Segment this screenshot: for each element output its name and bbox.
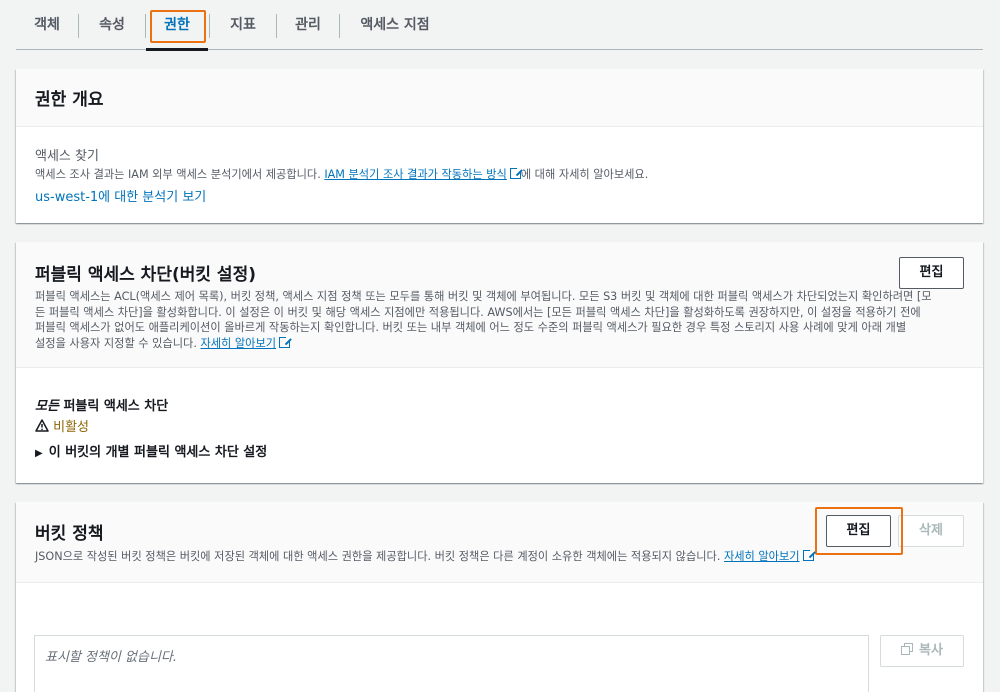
- expand-label: 이 버킷의 개별 퍼블릭 액세스 차단 설정: [48, 445, 268, 460]
- copy-label: 복사: [919, 643, 943, 658]
- description-text: 액세스 조사 결과는 IAM 외부 액세스 분석기에서 제공합니다.: [35, 168, 325, 181]
- tab-management[interactable]: 관리: [277, 0, 339, 50]
- description-text: JSON으로 작성된 버킷 정책은 버킷에 저장된 객체에 대한 액세스 권한을…: [35, 550, 724, 563]
- empty-policy-text: 표시할 정책이 없습니다.: [45, 650, 177, 665]
- block-all-italic: 모든: [35, 399, 59, 414]
- view-analyzer-link[interactable]: us-west-1에 대한 분석기 보기: [35, 186, 206, 205]
- block-public-access-panel: 퍼블릭 액세스 차단(버킷 설정) 편집 퍼블릭 액세스는 ACL(액세스 제어…: [16, 242, 983, 483]
- copy-icon: [901, 643, 914, 655]
- external-link-icon: [279, 334, 293, 348]
- external-link-icon: [509, 166, 523, 179]
- status-text: 비활성: [53, 420, 90, 435]
- panel-title: 버킷 정책: [35, 524, 104, 544]
- panel-header: 권한 개요: [16, 69, 983, 127]
- tab-properties[interactable]: 속성: [79, 0, 145, 50]
- delete-button[interactable]: 삭제: [898, 515, 964, 547]
- panel-title: 퍼블릭 액세스 차단(버킷 설정): [35, 265, 256, 285]
- access-finder-description: 액세스 조사 결과는 IAM 외부 액세스 분석기에서 제공합니다. IAM 분…: [35, 166, 649, 183]
- tab-metrics[interactable]: 지표: [210, 0, 276, 50]
- panel-title: 권한 개요: [35, 90, 104, 110]
- block-all-text: 퍼블릭 액세스 차단: [58, 399, 169, 414]
- policy-json-viewer[interactable]: 표시할 정책이 없습니다.: [34, 635, 869, 692]
- panel-header: 퍼블릭 액세스 차단(버킷 설정) 편집 퍼블릭 액세스는 ACL(액세스 제어…: [16, 242, 983, 368]
- tab-objects[interactable]: 객체: [16, 0, 78, 50]
- caret-right-icon: ▶: [35, 448, 43, 459]
- description-line: 퍼블릭 액세스가 없어도 애플리케이션이 올바르게 작동하는지 확인합니다. 버…: [35, 321, 907, 334]
- bucket-policy-panel: 버킷 정책 편집 삭제 JSON으로 작성된 버킷 정책은 버킷에 저장된 객체…: [16, 502, 983, 692]
- permissions-overview-panel: 권한 개요 액세스 찾기 액세스 조사 결과는 IAM 외부 액세스 분석기에서…: [16, 69, 983, 223]
- description-line: 퍼블릭 액세스는 ACL(액세스 제어 목록), 버킷 정책, 액세스 지점 정…: [35, 290, 932, 303]
- warning-icon: [35, 419, 49, 432]
- access-finder-label: 액세스 찾기: [35, 149, 99, 164]
- copy-button[interactable]: 복사: [880, 635, 964, 667]
- block-all-label: 모든 퍼블릭 액세스 차단: [35, 395, 168, 414]
- edit-button[interactable]: 편집: [899, 257, 964, 289]
- block-public-description: 퍼블릭 액세스는 ACL(액세스 제어 목록), 버킷 정책, 액세스 지점 정…: [35, 289, 970, 351]
- status-indicator: 비활성: [35, 416, 89, 435]
- description-line: 설정을 사용자 지정할 수 있습니다.: [35, 336, 201, 350]
- external-link-icon: [802, 548, 816, 561]
- description-line: 든 퍼블릭 액세스 차단]을 활성화합니다. 이 설정은 이 버킷 및 해당 액…: [35, 305, 921, 319]
- iam-analyzer-link[interactable]: IAM 분석기 조사 결과가 작동하는 방식: [324, 168, 506, 181]
- panel-header: 버킷 정책 편집 삭제 JSON으로 작성된 버킷 정책은 버킷에 저장된 객체…: [16, 502, 983, 583]
- edit-button[interactable]: 편집: [826, 515, 891, 547]
- tab-bar: 객체 속성 권한 지표 관리 액세스 지점: [16, 0, 983, 51]
- bucket-policy-description: JSON으로 작성된 버킷 정책은 버킷에 저장된 객체에 대한 액세스 권한을…: [35, 548, 816, 565]
- tab-access-points[interactable]: 액세스 지점: [340, 0, 450, 50]
- tab-permissions[interactable]: 권한: [146, 0, 208, 51]
- expand-individual-settings[interactable]: ▶ 이 버킷의 개별 퍼블릭 액세스 차단 설정: [35, 441, 267, 460]
- description-text: 에 대해 자세히 알아보세요.: [520, 168, 649, 181]
- learn-more-link[interactable]: 자세히 알아보기: [200, 337, 276, 350]
- learn-more-link[interactable]: 자세히 알아보기: [724, 550, 800, 563]
